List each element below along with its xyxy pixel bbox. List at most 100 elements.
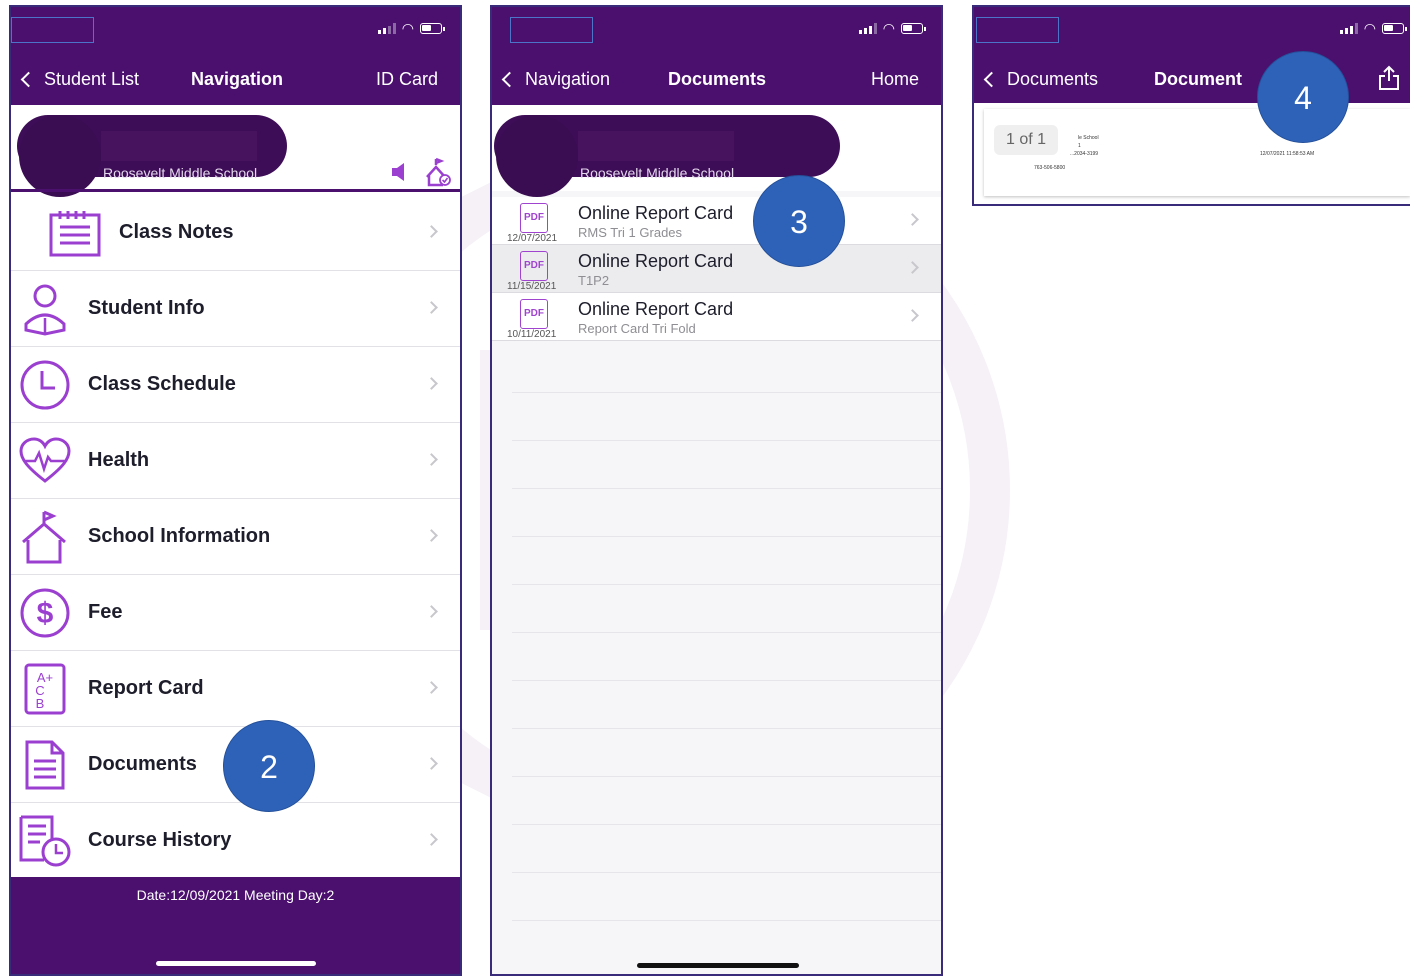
nav-bar: Student List Navigation ID Card — [11, 51, 460, 105]
document-row[interactable]: PDF 12/07/2021 Online Report Card RMS Tr… — [492, 197, 941, 245]
menu-item-class-schedule[interactable]: Class Schedule — [11, 347, 460, 423]
school-icon — [17, 509, 73, 565]
nav-bar: Navigation Documents Home — [492, 51, 941, 105]
phone-navigation-screen: ◠ Student List Navigation ID Card Roosev… — [9, 5, 462, 976]
avatar — [19, 115, 101, 197]
speaker-icon[interactable] — [390, 161, 408, 183]
home-indicator[interactable] — [637, 963, 799, 968]
chevron-right-icon — [425, 377, 438, 390]
chevron-right-icon — [425, 225, 438, 238]
chevron-right-icon — [906, 261, 919, 274]
document-row[interactable]: PDF 11/15/2021 Online Report Card T1P2 — [492, 245, 941, 293]
status-icons: ◠ — [1339, 20, 1407, 36]
back-label: Documents — [1007, 69, 1099, 89]
step-badge: 4 — [1257, 51, 1349, 143]
doc-text: 12/07/2021 11:58:53 AM — [1260, 151, 1315, 157]
back-button[interactable]: Documents — [983, 69, 1099, 90]
wifi-icon: ◠ — [401, 20, 414, 36]
chevron-right-icon — [425, 833, 438, 846]
student-banner: Roosevelt Middle School — [492, 105, 941, 197]
school-check-icon[interactable] — [424, 157, 452, 187]
student-icon — [17, 281, 73, 337]
history-icon — [17, 813, 73, 869]
student-banner: Roosevelt Middle School — [11, 105, 460, 197]
nav-title: Document — [1154, 69, 1243, 89]
doc-text: le School — [1078, 135, 1099, 141]
student-pill[interactable]: Roosevelt Middle School — [17, 115, 287, 197]
school-name: Roosevelt Middle School — [580, 165, 735, 181]
grades-icon: A+ C B — [17, 661, 73, 717]
menu-item-school-information[interactable]: School Information — [11, 499, 460, 575]
svg-text:B: B — [36, 696, 45, 711]
back-label: Student List — [44, 69, 140, 89]
wifi-icon: ◠ — [1363, 20, 1376, 36]
id-card-button[interactable]: ID Card — [376, 69, 438, 90]
document-row[interactable]: PDF 10/11/2021 Online Report Card Report… — [492, 293, 941, 341]
school-name: Roosevelt Middle School — [103, 165, 258, 181]
redacted-time — [510, 17, 593, 43]
document-title: Online Report Card — [578, 251, 734, 271]
dollar-icon: $ — [17, 585, 73, 641]
chevron-left-icon — [20, 71, 37, 88]
menu-item-student-info[interactable]: Student Info — [11, 271, 460, 347]
menu-label: Class Schedule — [88, 373, 236, 395]
menu-item-course-history[interactable]: Course History — [11, 803, 460, 879]
avatar — [496, 115, 578, 197]
redacted-student-name — [101, 131, 257, 161]
banner-icons — [390, 157, 452, 187]
menu-item-health[interactable]: Health — [11, 423, 460, 499]
redacted-student-name — [578, 131, 734, 161]
menu-item-fee[interactable]: $ Fee — [11, 575, 460, 651]
battery-icon — [420, 22, 445, 34]
document-subtitle: RMS Tri 1 Grades — [578, 225, 683, 240]
heart-icon — [17, 433, 73, 489]
chevron-right-icon — [425, 453, 438, 466]
status-icons: ◠ — [858, 20, 926, 36]
wifi-icon: ◠ — [882, 20, 895, 36]
document-subtitle: T1P2 — [578, 273, 610, 288]
menu-label: Fee — [88, 601, 123, 623]
document-viewer: le School 1 ...2034-3199 763-506-5800 12… — [974, 103, 1410, 204]
doc-text: 1 — [1078, 143, 1081, 149]
battery-icon — [901, 22, 926, 34]
phone-document-viewer: ◠ Documents Document le School 1 ...2034… — [972, 5, 1410, 206]
chevron-right-icon — [425, 605, 438, 618]
nav-title: Documents — [668, 69, 767, 89]
share-icon[interactable] — [1378, 65, 1400, 96]
back-button[interactable]: Student List — [20, 69, 140, 90]
chevron-right-icon — [906, 213, 919, 226]
menu-item-class-notes[interactable]: Class Notes — [11, 195, 460, 271]
menu-label: Health — [88, 449, 150, 471]
document-date: 11/15/2021 — [507, 281, 557, 292]
back-button[interactable]: Navigation — [501, 69, 611, 90]
notepad-icon — [47, 205, 103, 261]
step-badge: 3 — [753, 175, 845, 267]
document-page[interactable]: le School 1 ...2034-3199 763-506-5800 12… — [984, 109, 1410, 196]
menu-label: Documents — [88, 753, 197, 775]
status-bar: ◠ — [11, 7, 460, 51]
phone-documents-screen: ◠ Navigation Documents Home Roosevelt Mi… — [490, 5, 943, 976]
menu-label: Class Notes — [119, 221, 234, 243]
signal-icon — [377, 22, 396, 34]
chevron-right-icon — [425, 757, 438, 770]
student-pill[interactable]: Roosevelt Middle School — [494, 115, 840, 197]
doc-text: 763-506-5800 — [1034, 165, 1066, 171]
chevron-right-icon — [906, 309, 919, 322]
document-list: PDF 12/07/2021 Online Report Card RMS Tr… — [492, 197, 941, 341]
back-label: Navigation — [525, 69, 611, 89]
pdf-icon: PDF — [520, 299, 548, 329]
status-bar: ◠ — [974, 7, 1410, 51]
doc-text: ...2034-3199 — [1070, 151, 1099, 157]
menu-item-report-card[interactable]: A+ C B Report Card — [11, 651, 460, 727]
menu-label: School Information — [88, 525, 271, 547]
menu-label: Report Card — [88, 677, 204, 699]
document-title: Online Report Card — [578, 203, 734, 223]
document-icon — [17, 737, 73, 793]
svg-text:$: $ — [37, 597, 54, 630]
home-button[interactable]: Home — [871, 69, 919, 90]
pdf-icon: PDF — [520, 251, 548, 281]
menu-label: Student Info — [88, 297, 205, 319]
home-indicator[interactable] — [156, 961, 316, 966]
document-subtitle: Report Card Tri Fold — [578, 321, 696, 336]
chevron-left-icon — [501, 71, 518, 88]
